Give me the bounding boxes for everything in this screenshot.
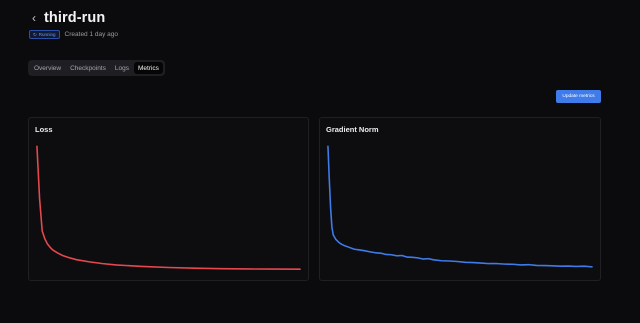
created-time: Created 1 day ago [64,31,119,38]
loss-chart-panel: Loss [28,117,309,281]
run-header: ‹ third-run [29,10,105,26]
tab-overview[interactable]: Overview [30,62,65,74]
tab-checkpoints[interactable]: Checkpoints [66,62,110,74]
chevron-left-icon[interactable]: ‹ [29,10,39,26]
update-metrics-button[interactable]: Update metrics [556,90,601,103]
page-title: third-run [44,10,106,26]
tab-bar: Overview Checkpoints Logs Metrics [28,60,165,76]
loss-chart [36,145,301,271]
run-meta: ↻ Running Created 1 day ago [29,30,118,39]
gradient-norm-chart-panel: Gradient Norm [319,117,601,281]
status-badge: ↻ Running [29,30,60,39]
tab-logs[interactable]: Logs [111,62,133,74]
gradient-norm-line [327,145,593,268]
gradient-norm-chart [327,145,593,268]
tab-metrics[interactable]: Metrics [133,62,163,74]
status-label: Running [38,32,56,37]
loss-line [36,145,301,271]
running-icon: ↻ [33,32,37,37]
